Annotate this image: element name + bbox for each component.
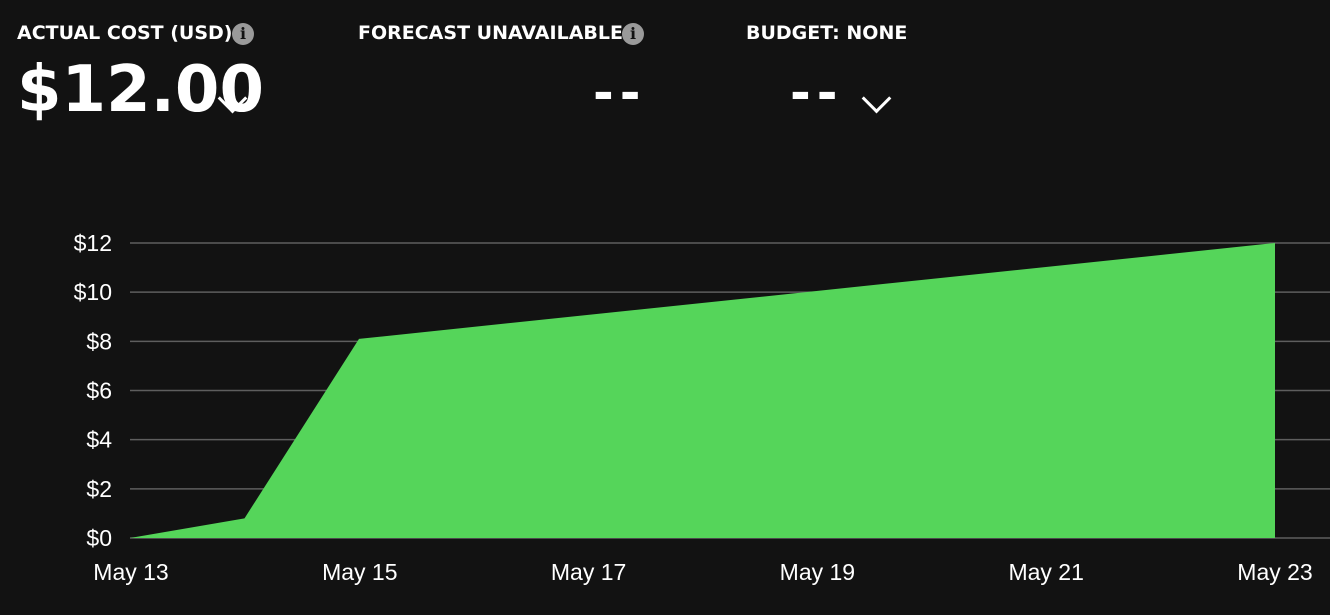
x-tick-label: May 23 [1237, 559, 1312, 585]
cost-area-chart: $0$2$4$6$8$10$12 May 13 May 15 May 17 May 1… [74, 230, 1330, 585]
y-tick-label: $2 [86, 476, 112, 502]
y-tick-label: $12 [74, 230, 112, 256]
x-tick-label: May 15 [322, 559, 397, 585]
y-tick-label: $4 [86, 427, 112, 453]
y-tick-label: $8 [86, 328, 112, 354]
x-tick-label: May 17 [551, 559, 626, 585]
x-axis-ticks: May 13 May 15 May 17 May 19 May 21 May 23 [93, 559, 1312, 585]
y-axis-ticks: $0 $2 $4 $6 $8 $10 $12 [74, 230, 113, 551]
x-tick-label: May 13 [93, 559, 168, 585]
x-tick-label: May 19 [780, 559, 855, 585]
x-tick-label: May 21 [1008, 559, 1083, 585]
y-tick-label: $0 [86, 525, 112, 551]
y-tick-label: $6 [86, 378, 112, 404]
y-tick-label: $10 [74, 279, 112, 305]
